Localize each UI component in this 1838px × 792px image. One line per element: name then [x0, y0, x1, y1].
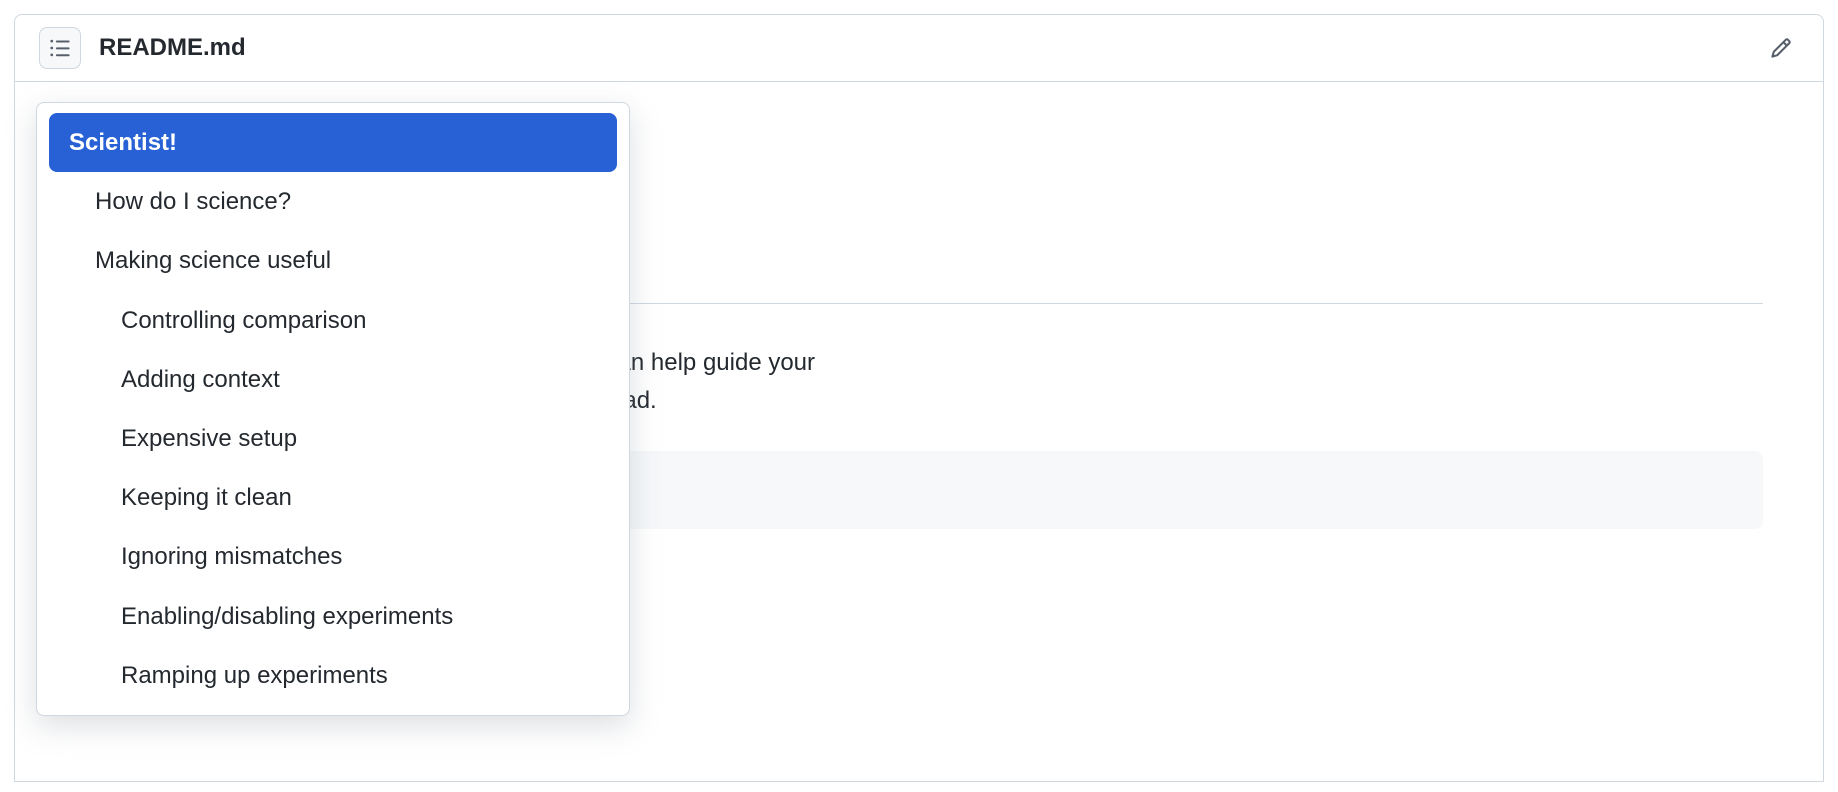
list-icon — [49, 37, 71, 59]
readme-container: README.md critical paths. buildpassingco… — [0, 14, 1838, 782]
toc-item[interactable]: Ignoring mismatches — [49, 527, 617, 586]
file-header-bar: README.md — [14, 14, 1824, 82]
toc-item[interactable]: Expensive setup — [49, 409, 617, 468]
toc-item[interactable]: How do I science? — [49, 172, 617, 231]
header-left-group: README.md — [39, 27, 246, 69]
toc-item[interactable]: Ramping up experiments — [49, 646, 617, 705]
toc-item[interactable]: Scientist! — [49, 113, 617, 172]
file-name: README.md — [99, 34, 246, 62]
toc-toggle-button[interactable] — [39, 27, 81, 69]
toc-item[interactable]: Adding context — [49, 350, 617, 409]
edit-button[interactable] — [1763, 30, 1799, 66]
pencil-icon — [1770, 37, 1792, 59]
toc-item[interactable]: Making science useful — [49, 231, 617, 290]
toc-dropdown: Scientist!How do I science?Making scienc… — [36, 102, 630, 716]
toc-item[interactable]: Keeping it clean — [49, 468, 617, 527]
toc-item[interactable]: Controlling comparison — [49, 291, 617, 350]
toc-item[interactable]: Enabling/disabling experiments — [49, 587, 617, 646]
